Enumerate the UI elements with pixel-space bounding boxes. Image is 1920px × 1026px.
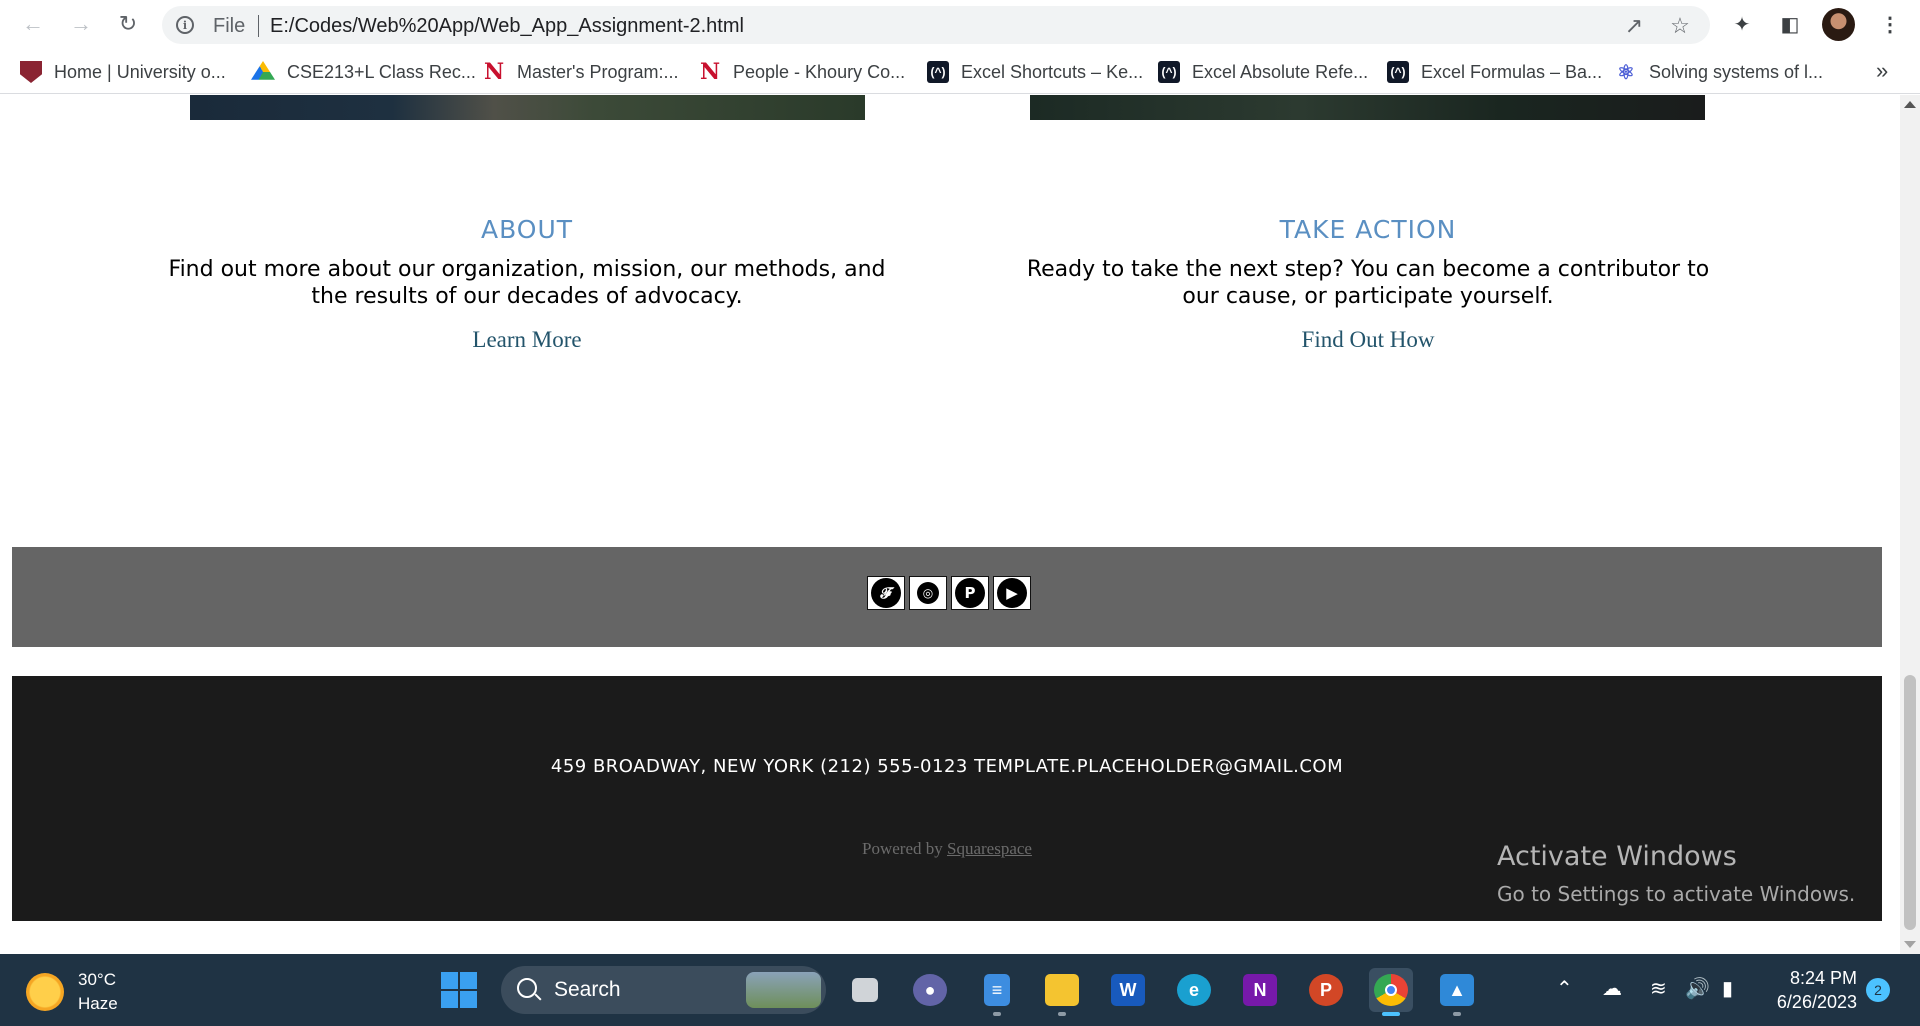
google-drive-icon xyxy=(251,61,275,80)
instagram-icon[interactable]: ◎ xyxy=(909,576,947,610)
bookmark-label: People - Khoury Co... xyxy=(733,61,906,82)
northeastern-n-icon: N xyxy=(483,59,505,85)
site-info-icon[interactable]: i xyxy=(176,16,194,34)
bookmark-label: Excel Shortcuts – Ke... xyxy=(961,61,1144,82)
squarespace-link[interactable]: Squarespace xyxy=(947,839,1032,858)
teams-icon[interactable]: ● xyxy=(908,968,952,1012)
bookmark-item[interactable]: (^) Excel Absolute Refe... xyxy=(1158,59,1368,85)
url-text[interactable]: E:/Codes/Web%20App/Web_App_Assignment-2.… xyxy=(270,15,744,38)
learn-more-link[interactable]: Learn More xyxy=(472,327,581,353)
scroll-thumb[interactable] xyxy=(1904,675,1916,930)
chrome-icon[interactable] xyxy=(1369,968,1413,1016)
weather-temperature: 30°C xyxy=(78,970,116,989)
address-bar[interactable]: i File E:/Codes/Web%20App/Web_App_Assign… xyxy=(162,6,1710,44)
chevron-up-icon[interactable]: ⌃ xyxy=(1556,976,1573,1001)
clock-time: 8:24 PM xyxy=(1789,968,1857,988)
bookmark-item[interactable]: N People - Khoury Co... xyxy=(699,59,905,85)
weather-widget[interactable]: 30°C Haze xyxy=(26,968,118,1016)
menu-kebab-icon[interactable]: ⋮ xyxy=(1876,10,1904,38)
onenote-icon[interactable]: N xyxy=(1238,968,1282,1012)
weather-description: Haze xyxy=(78,994,118,1013)
bookmark-item[interactable]: (^) Excel Formulas – Ba... xyxy=(1387,59,1602,85)
photos-icon[interactable]: ▲ xyxy=(1435,968,1479,1016)
web-page: ABOUT Find out more about our organizati… xyxy=(0,95,1900,954)
reload-icon[interactable]: ↻ xyxy=(113,9,143,39)
battery-icon[interactable]: ▮ xyxy=(1722,976,1733,1001)
taskbar-search[interactable]: Search xyxy=(501,966,826,1014)
bookmark-label: Home | University o... xyxy=(54,61,226,82)
powered-by-prefix: Powered by xyxy=(862,839,943,858)
bookmark-label: CSE213+L Class Rec... xyxy=(287,61,476,82)
arrow-left-icon[interactable]: ← xyxy=(18,9,48,39)
notification-badge[interactable]: 2 xyxy=(1866,978,1890,1002)
find-out-how-link[interactable]: Find Out How xyxy=(1302,327,1435,353)
bookmarks-bar: Home | University o... CSE213+L Class Re… xyxy=(0,50,1920,94)
extensions-puzzle-icon[interactable]: ✦ xyxy=(1728,10,1756,38)
search-icon xyxy=(517,978,537,998)
search-highlight-image xyxy=(746,972,821,1008)
arrow-right-icon[interactable]: → xyxy=(66,9,96,39)
bookmark-label: Master's Program:... xyxy=(517,61,679,82)
about-heading: ABOUT xyxy=(480,215,574,244)
profile-avatar[interactable] xyxy=(1822,8,1855,41)
excel-site-icon: (^) xyxy=(1387,61,1409,83)
activate-windows-subtitle: Go to Settings to activate Windows. xyxy=(1497,882,1856,906)
take-action-section: TAKE ACTION Ready to take the next step?… xyxy=(1008,215,1728,353)
page-scrollbar[interactable] xyxy=(1900,95,1920,954)
social-bar: 𝓕 ◎ P ▶ xyxy=(12,547,1882,647)
activate-windows-title: Activate Windows xyxy=(1497,841,1737,872)
atom-icon: ⚛ xyxy=(1617,61,1635,84)
url-scheme-label: File xyxy=(213,15,246,37)
footer-contact: 459 BROADWAY, NEW YORK (212) 555-0123 TE… xyxy=(550,756,1344,777)
pinterest-icon[interactable]: P xyxy=(951,576,989,610)
weather-sun-icon xyxy=(26,973,64,1011)
browser-toolbar: ← → ↻ i File E:/Codes/Web%20App/Web_App_… xyxy=(0,0,1920,50)
bookmark-label: Solving systems of l... xyxy=(1649,61,1824,82)
task-view-icon[interactable] xyxy=(843,968,887,1012)
excel-site-icon: (^) xyxy=(927,61,949,83)
youtube-icon[interactable]: ▶ xyxy=(993,576,1031,610)
edge-icon[interactable]: e xyxy=(1172,968,1216,1012)
about-image xyxy=(190,95,865,120)
search-label: Search xyxy=(554,978,621,1001)
share-icon[interactable]: ↗ xyxy=(1622,13,1646,38)
bookmark-star-icon[interactable]: ☆ xyxy=(1668,13,1692,38)
system-clock[interactable]: 8:24 PM 6/26/2023 xyxy=(1757,966,1857,1014)
bookmark-item[interactable]: N Master's Program:... xyxy=(483,59,679,85)
about-text: Find out more about our organization, mi… xyxy=(168,257,886,309)
bookmark-item[interactable]: (^) Excel Shortcuts – Ke... xyxy=(927,59,1143,85)
clock-date: 6/26/2023 xyxy=(1776,992,1857,1012)
volume-icon[interactable]: 🔊 xyxy=(1685,976,1710,1001)
bookmark-item[interactable]: Home | University o... xyxy=(20,59,226,85)
scroll-up-arrow-icon[interactable] xyxy=(1904,101,1916,108)
file-explorer-icon[interactable] xyxy=(1040,968,1084,1016)
scroll-down-arrow-icon[interactable] xyxy=(1904,941,1916,948)
bookmark-label: Excel Absolute Refe... xyxy=(1192,61,1369,82)
bookmark-item[interactable]: ⚛ Solving systems of l... xyxy=(1615,59,1823,85)
bookmark-label: Excel Formulas – Ba... xyxy=(1421,61,1603,82)
twitter-icon[interactable]: 𝓕 xyxy=(867,576,905,610)
onedrive-cloud-icon[interactable]: ☁ xyxy=(1602,976,1622,1001)
side-panel-icon[interactable]: ◧ xyxy=(1776,10,1804,38)
activate-windows-watermark: Activate Windows Go to Settings to activ… xyxy=(1497,841,1855,906)
take-action-heading: TAKE ACTION xyxy=(1279,215,1457,244)
bookmarks-overflow-button[interactable]: » xyxy=(1876,58,1888,84)
start-windows-icon[interactable] xyxy=(441,972,477,1008)
powerpoint-icon[interactable]: P xyxy=(1304,968,1348,1012)
take-action-text: Ready to take the next step? You can bec… xyxy=(1026,257,1710,309)
windows-taskbar: 30°C Haze Search ● ≡ W e N P ▲ ⌃ ☁ ≋ 🔊 ▮… xyxy=(0,954,1920,1026)
northeastern-n-icon: N xyxy=(699,59,721,85)
excel-site-icon: (^) xyxy=(1158,61,1180,83)
bookmark-item[interactable]: CSE213+L Class Rec... xyxy=(251,59,476,85)
word-icon[interactable]: W xyxy=(1106,968,1150,1012)
about-section: ABOUT Find out more about our organizati… xyxy=(167,215,887,353)
site-footer: 459 BROADWAY, NEW YORK (212) 555-0123 TE… xyxy=(12,676,1882,921)
url-separator xyxy=(258,15,259,37)
social-icons: 𝓕 ◎ P ▶ xyxy=(867,576,1031,610)
notepad-icon[interactable]: ≡ xyxy=(975,968,1019,1016)
wifi-icon[interactable]: ≋ xyxy=(1650,976,1667,1001)
university-shield-icon xyxy=(20,61,42,83)
take-action-image xyxy=(1030,95,1705,120)
